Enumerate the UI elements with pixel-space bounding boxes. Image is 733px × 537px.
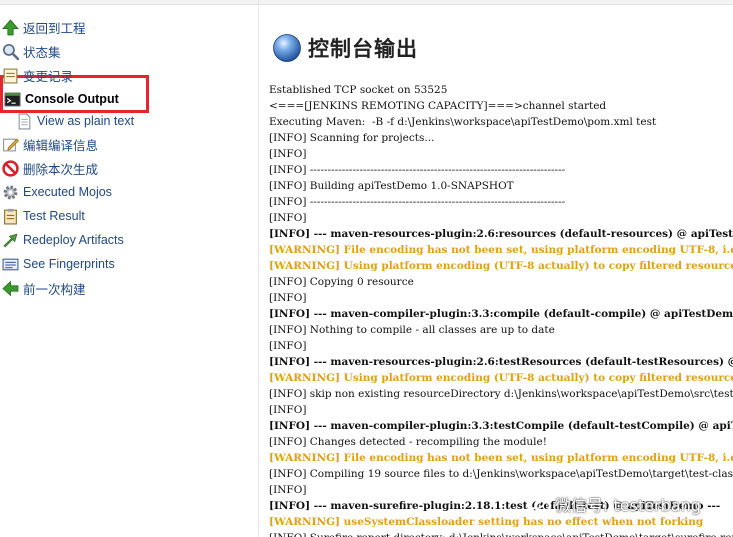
sidebar-item-label: View as plain text bbox=[37, 114, 135, 128]
console-line: [INFO] ---------------------------------… bbox=[269, 196, 566, 208]
sidebar-item-changes[interactable]: 变更记录 bbox=[2, 64, 73, 86]
console-output: Established TCP socket on 53525 <===[JENK… bbox=[269, 82, 733, 537]
redeploy-icon bbox=[3, 233, 18, 247]
console-line: [INFO] ---------------------------------… bbox=[269, 164, 566, 176]
sidebar: 返回到工程 状态集 变更记录 Console Output View as pl… bbox=[0, 0, 258, 537]
console-line: Executing Maven: -B -f d:\Jenkins\worksp… bbox=[269, 116, 657, 128]
blue-orb-icon bbox=[273, 34, 301, 62]
sidebar-item-previous-build[interactable]: 前一次构建 bbox=[2, 277, 86, 299]
console-line: [WARNING] File encoding has not been set… bbox=[269, 452, 733, 464]
console-line: <===[JENKINS REMOTING CAPACITY]===>chann… bbox=[269, 100, 607, 112]
sidebar-item-label: 删除本次生成 bbox=[23, 162, 99, 177]
edit-icon bbox=[3, 138, 19, 151]
console-line: [INFO] bbox=[269, 212, 307, 224]
sidebar-item-status[interactable]: 状态集 bbox=[2, 40, 61, 62]
page-header: 控制台输出 bbox=[272, 33, 418, 63]
clipboard-icon bbox=[4, 208, 17, 224]
gear-icon bbox=[3, 185, 18, 199]
sidebar-item-label: Executed Mojos bbox=[23, 185, 112, 199]
no-entry-icon bbox=[2, 159, 19, 177]
sidebar-item-test-result[interactable]: Test Result bbox=[2, 205, 85, 227]
sidebar-item-label: 编辑编译信息 bbox=[23, 138, 99, 153]
console-line: [INFO] Copying 0 resource bbox=[269, 276, 414, 288]
sidebar-item-label: Redeploy Artifacts bbox=[23, 233, 124, 247]
console-line: [INFO] --- maven-compiler-plugin:3.3:tes… bbox=[269, 420, 733, 432]
console-line: [INFO] Changes detected - recompiling th… bbox=[269, 436, 547, 448]
console-line: [INFO] --- maven-resources-plugin:2.6:te… bbox=[269, 356, 733, 368]
search-icon bbox=[2, 43, 19, 60]
sidebar-item-delete-build[interactable]: 删除本次生成 bbox=[2, 157, 98, 179]
sidebar-item-view-plain-text[interactable]: View as plain text bbox=[16, 110, 134, 132]
console-line: Established TCP socket on 53525 bbox=[269, 84, 448, 96]
console-line: [INFO] bbox=[269, 292, 307, 304]
console-line: [INFO] Compiling 19 source files to d:\J… bbox=[269, 468, 733, 480]
sidebar-item-edit-build-info[interactable]: 编辑编译信息 bbox=[2, 133, 98, 155]
sidebar-item-executed-mojos[interactable]: Executed Mojos bbox=[2, 181, 112, 203]
console-line: [INFO] Building apiTestDemo 1.0-SNAPSHOT bbox=[269, 180, 514, 192]
watermark: 微信号: testerbang bbox=[527, 492, 701, 516]
wechat-icon bbox=[527, 494, 551, 513]
console-line: [INFO] Surefire report directory: d:\Jen… bbox=[269, 530, 733, 537]
console-line: [INFO] bbox=[269, 340, 307, 352]
notepad-icon bbox=[3, 68, 18, 83]
watermark-text: 微信号: testerbang bbox=[555, 496, 701, 515]
page-title: 控制台输出 bbox=[308, 38, 418, 61]
sidebar-item-label: Console Output bbox=[25, 92, 119, 106]
sidebar-item-label: See Fingerprints bbox=[23, 257, 115, 271]
console-line: [WARNING] Using platform encoding (UTF-8… bbox=[269, 372, 733, 384]
console-line: [INFO] bbox=[269, 148, 307, 160]
sidebar-item-label: 状态集 bbox=[23, 45, 61, 60]
document-icon bbox=[18, 113, 31, 129]
divider bbox=[258, 0, 259, 537]
sidebar-item-console-output[interactable]: Console Output bbox=[4, 88, 119, 110]
left-arrow-icon bbox=[2, 280, 19, 296]
sidebar-item-label: 前一次构建 bbox=[23, 282, 86, 297]
console-line: [INFO] --- maven-resources-plugin:2.6:re… bbox=[269, 228, 733, 240]
up-arrow-icon bbox=[2, 18, 19, 35]
console-line: [WARNING] File encoding has not been set… bbox=[269, 244, 733, 256]
fingerprint-icon bbox=[2, 258, 19, 270]
console-line: [INFO] Nothing to compile - all classes … bbox=[269, 324, 555, 336]
sidebar-item-label: 返回到工程 bbox=[23, 21, 86, 36]
sidebar-item-label: 变更记录 bbox=[23, 69, 74, 84]
console-line: [WARNING] Using platform encoding (UTF-8… bbox=[269, 260, 733, 272]
console-line: [INFO] skip non existing resourceDirecto… bbox=[269, 388, 733, 400]
console-line: [INFO] Scanning for projects... bbox=[269, 132, 435, 144]
console-line: [WARNING] useSystemClassloader setting h… bbox=[269, 516, 704, 528]
console-line: [INFO] bbox=[269, 404, 307, 416]
terminal-icon bbox=[4, 92, 21, 106]
console-line: [INFO] --- maven-compiler-plugin:3.3:com… bbox=[269, 308, 733, 320]
sidebar-item-redeploy-artifacts[interactable]: Redeploy Artifacts bbox=[2, 229, 124, 251]
sidebar-item-label: Test Result bbox=[23, 209, 85, 223]
sidebar-item-see-fingerprints[interactable]: See Fingerprints bbox=[2, 253, 115, 275]
sidebar-item-back-to-project[interactable]: 返回到工程 bbox=[2, 16, 86, 38]
